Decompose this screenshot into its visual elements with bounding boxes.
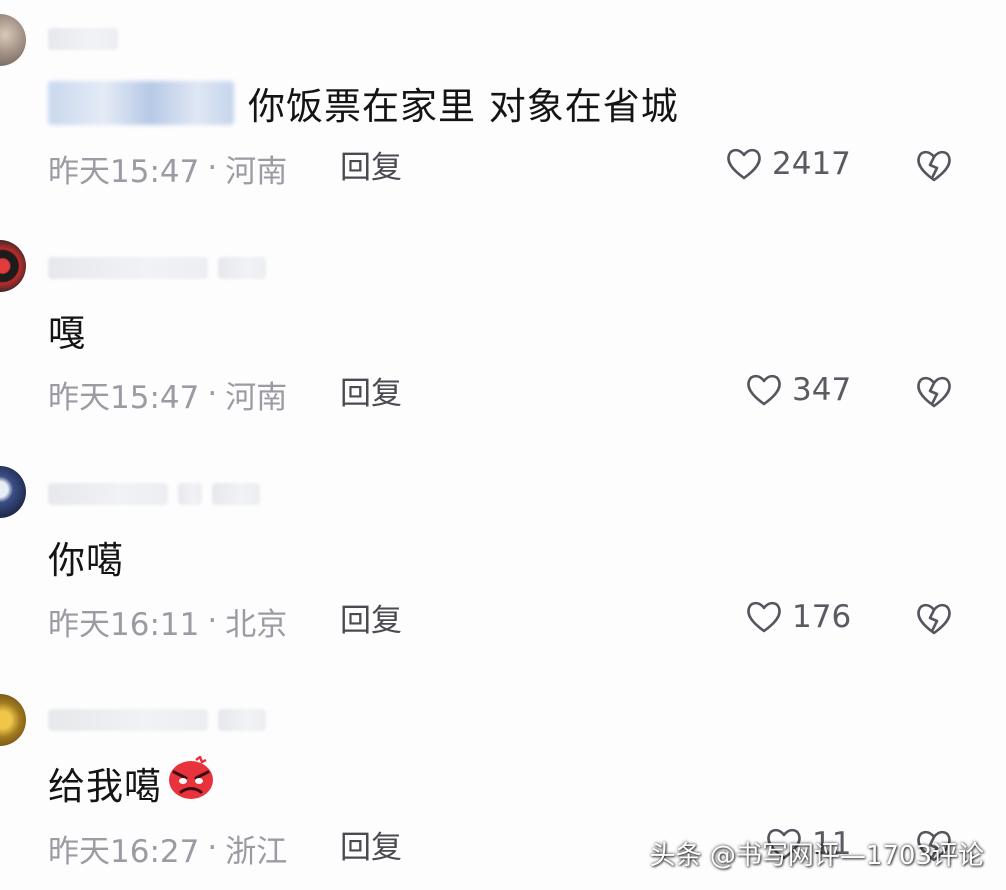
meta-separator: · (207, 376, 218, 412)
dislike-button[interactable] (914, 599, 954, 639)
reply-button[interactable]: 回复 (340, 146, 402, 190)
comment-time: 昨天15:47 (48, 153, 200, 190)
comment-content: 你饭票在家里 对象在省城 (48, 78, 679, 128)
like-count: 347 (792, 372, 852, 408)
heart-outline-icon (724, 144, 764, 184)
like-button[interactable]: 176 (744, 597, 851, 637)
dislike-button[interactable] (914, 146, 954, 186)
avatar[interactable] (0, 466, 26, 518)
avatar[interactable] (0, 14, 26, 66)
username-blurred[interactable] (48, 255, 266, 281)
reply-button[interactable]: 回复 (340, 599, 402, 643)
username-blurred[interactable] (48, 26, 118, 52)
username-blurred[interactable] (48, 707, 266, 733)
username-blurred[interactable] (48, 481, 260, 507)
comment-text: 给我噶 (48, 765, 162, 808)
meta-separator: · (207, 150, 218, 186)
comment-text: 嘎 (48, 312, 86, 355)
reply-button[interactable]: 回复 (340, 826, 402, 870)
angry-face-emoji (166, 754, 216, 811)
broken-heart-icon (914, 146, 954, 186)
avatar[interactable] (0, 240, 26, 292)
comment-content: 你噶 (48, 532, 124, 582)
comment-location: 河南 (225, 153, 288, 190)
heart-outline-icon (744, 597, 784, 637)
watermark: 头条 @书写网评—1703评论 (649, 841, 984, 871)
dislike-button[interactable] (914, 372, 954, 412)
heart-outline-icon (744, 370, 784, 410)
like-button[interactable]: 347 (744, 370, 851, 410)
comment-content: 嘎 (48, 305, 86, 355)
like-count: 176 (792, 599, 852, 635)
comment-content: 给我噶 (48, 754, 216, 811)
mention-blurred[interactable] (48, 81, 234, 125)
reply-button[interactable]: 回复 (340, 372, 402, 416)
comment-location: 河南 (225, 379, 288, 416)
comment-meta: 昨天16:11 · 北京 (48, 599, 287, 643)
like-button[interactable]: 2417 (724, 144, 851, 184)
comment-meta: 昨天15:47 · 河南 (48, 372, 287, 416)
comment-time: 昨天15:47 (48, 379, 200, 416)
comment-meta: 昨天16:27 · 浙江 (48, 826, 287, 870)
comment-meta: 昨天15:47 · 河南 (48, 146, 287, 190)
broken-heart-icon (914, 599, 954, 639)
meta-separator: · (207, 603, 218, 639)
meta-separator: · (207, 830, 218, 866)
comment-time: 昨天16:11 (48, 606, 200, 643)
like-count: 2417 (772, 146, 851, 182)
comment-text: 你饭票在家里 对象在省城 (248, 85, 679, 128)
comment-time: 昨天16:27 (48, 833, 200, 870)
comment-location: 浙江 (225, 833, 288, 870)
broken-heart-icon (914, 372, 954, 412)
avatar[interactable] (0, 694, 26, 746)
comment-text: 你噶 (48, 539, 124, 582)
comment-location: 北京 (225, 606, 288, 643)
